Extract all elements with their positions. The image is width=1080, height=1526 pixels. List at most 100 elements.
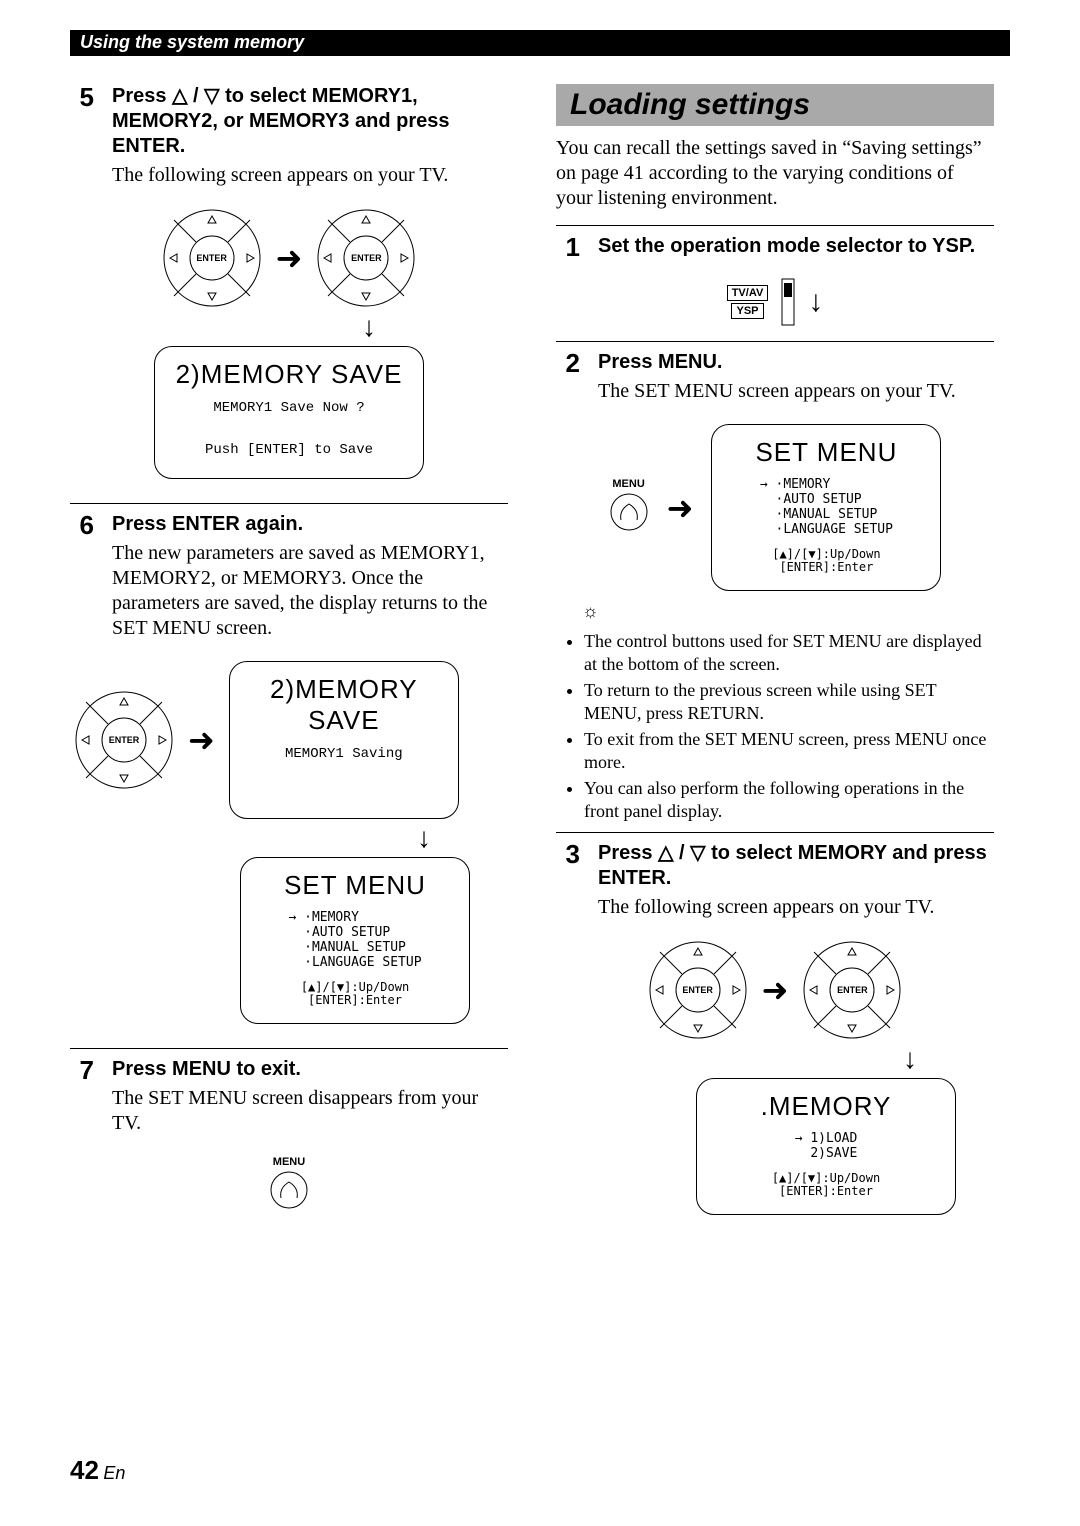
arrow-right-icon: ➜: [188, 721, 215, 759]
tv-screen-memory-saving: 2)MEMORY SAVE MEMORY1 Saving: [229, 661, 459, 819]
step-number: 5: [70, 84, 94, 198]
tip-list: The control buttons used for SET MENU ar…: [556, 630, 994, 822]
arrow-right-icon: ➜: [276, 239, 303, 277]
tv-menu-items: → ·MEMORY ·AUTO SETUP ·MANUAL SETUP ·LAN…: [288, 911, 421, 971]
arrow-right-icon: ➜: [762, 971, 789, 1009]
tv-line: MEMORY1 Saving: [240, 746, 448, 762]
tv-screen-memory-save: 2)MEMORY SAVE MEMORY1 Save Now ? Push [E…: [154, 346, 424, 479]
text: /: [673, 842, 690, 864]
tip-icon: ☼: [582, 601, 994, 622]
tip-item: To exit from the SET MENU screen, press …: [584, 728, 994, 773]
menu-label: MENU: [70, 1156, 508, 1168]
tv-hint: [▲]/[▼]:Up/Down [ENTER]:Enter: [707, 1172, 945, 1198]
step-6-title: Press ENTER again.: [112, 512, 508, 537]
right-column: Loading settings You can recall the sett…: [556, 84, 994, 1221]
text: /: [187, 85, 204, 107]
menu-button-icon: [609, 492, 649, 532]
tv-hint: [▲]/[▼]:Up/Down [ENTER]:Enter: [251, 981, 459, 1007]
menu-button-graphic: MENU: [70, 1156, 508, 1215]
tv-title: .MEMORY: [707, 1091, 945, 1122]
step-3: 3 Press △ / ▽ to select MEMORY and press…: [556, 841, 994, 930]
dpad-enter-icon: ENTER: [74, 690, 174, 790]
enter-label: ENTER: [196, 253, 227, 263]
divider: [70, 503, 508, 504]
step-7-text: The SET MENU screen disappears from your…: [112, 1086, 508, 1136]
loading-settings-heading: Loading settings: [556, 84, 994, 126]
step-6-text: The new parameters are saved as MEMORY1,…: [112, 541, 508, 641]
menu-button-graphic: MENU: [609, 478, 649, 537]
step-6: 6 Press ENTER again. The new parameters …: [70, 512, 508, 651]
step-number: 2: [556, 350, 580, 414]
enter-label: ENTER: [837, 985, 868, 995]
down-triangle-icon: ▽: [690, 842, 705, 864]
left-column: 5 Press △ / ▽ to select MEMORY1, MEMORY2…: [70, 84, 508, 1221]
tv-screen-set-menu: SET MENU → ·MEMORY ·AUTO SETUP ·MANUAL S…: [240, 857, 470, 1024]
step-5-flow: ENTER ➜ ENTER: [70, 208, 508, 308]
step-5-text: The following screen appears on your TV.: [112, 163, 508, 188]
slider-switch-icon: [778, 277, 798, 327]
ysp-label: YSP: [731, 303, 763, 319]
tv-av-label: TV/AV: [727, 285, 769, 301]
arrow-down-icon: ↓: [230, 312, 508, 344]
step-7: 7 Press MENU to exit. The SET MENU scree…: [70, 1057, 508, 1146]
menu-label: MENU: [609, 478, 649, 490]
text: Press: [598, 842, 658, 864]
tv-menu-items: → ·MEMORY ·AUTO SETUP ·MANUAL SETUP ·LAN…: [760, 478, 893, 538]
tv-menu-items: → 1)LOAD 2)SAVE: [795, 1132, 858, 1162]
menu-button-icon: [269, 1170, 309, 1215]
tv-title: 2)MEMORY SAVE: [240, 674, 448, 736]
divider: [556, 832, 994, 833]
dpad-enter-icon: ENTER: [162, 208, 262, 308]
tv-hint: [▲]/[▼]:Up/Down [ENTER]:Enter: [722, 548, 930, 574]
step-1: 1 Set the operation mode selector to YSP…: [556, 234, 994, 263]
step-1-title: Set the operation mode selector to YSP.: [598, 234, 994, 259]
step-3-title: Press △ / ▽ to select MEMORY and press E…: [598, 841, 994, 891]
tv-title: SET MENU: [251, 870, 459, 901]
tv-line: Push [ENTER] to Save: [165, 442, 413, 458]
step-2-text: The SET MENU screen appears on your TV.: [598, 379, 994, 404]
step-number: 3: [556, 841, 580, 930]
divider: [556, 341, 994, 342]
tv-line: MEMORY1 Save Now ?: [165, 400, 413, 416]
step-number: 7: [70, 1057, 94, 1146]
divider: [70, 1048, 508, 1049]
step-number: 6: [70, 512, 94, 651]
mode-selector-graphic: TV/AV YSP ↓: [556, 277, 994, 327]
enter-label: ENTER: [351, 253, 382, 263]
dpad-enter-icon: ENTER: [648, 940, 748, 1040]
two-column-layout: 5 Press △ / ▽ to select MEMORY1, MEMORY2…: [70, 84, 1010, 1221]
step-3-flow: ENTER ➜ ENTER: [556, 940, 994, 1040]
step-5: 5 Press △ / ▽ to select MEMORY1, MEMORY2…: [70, 84, 508, 198]
step-2-title: Press MENU.: [598, 350, 994, 375]
divider: [556, 225, 994, 226]
page-lang: En: [103, 1463, 125, 1483]
step-2: 2 Press MENU. The SET MENU screen appear…: [556, 350, 994, 414]
step-7-title: Press MENU to exit.: [112, 1057, 508, 1082]
tip-item: The control buttons used for SET MENU ar…: [584, 630, 994, 675]
section-header-bar: Using the system memory: [70, 30, 1010, 56]
step-5-title: Press △ / ▽ to select MEMORY1, MEMORY2, …: [112, 84, 508, 159]
step-3-text: The following screen appears on your TV.: [598, 895, 994, 920]
enter-label: ENTER: [109, 735, 140, 745]
page-number-value: 42: [70, 1455, 99, 1485]
selector-labels: TV/AV YSP: [727, 284, 769, 320]
tip-item: You can also perform the following opera…: [584, 777, 994, 822]
tip-item: To return to the previous screen while u…: [584, 679, 994, 724]
dpad-enter-icon: ENTER: [802, 940, 902, 1040]
loading-intro: You can recall the settings saved in “Sa…: [556, 136, 994, 211]
arrow-right-icon: ➜: [667, 489, 694, 527]
up-triangle-icon: △: [172, 85, 187, 107]
text: Press: [112, 85, 172, 107]
arrow-down-icon: ↓: [826, 1044, 994, 1076]
up-triangle-icon: △: [658, 842, 673, 864]
page: Using the system memory 5 Press △ / ▽ to…: [0, 0, 1080, 1526]
arrow-down-icon: ↓: [340, 823, 508, 855]
tv-title: 2)MEMORY SAVE: [165, 359, 413, 390]
step-2-flow: MENU ➜ SET MENU → ·MEMORY ·AUTO SETUP ·M…: [556, 424, 994, 591]
dpad-enter-icon: ENTER: [316, 208, 416, 308]
step-number: 1: [556, 234, 580, 263]
tv-screen-set-menu: SET MENU → ·MEMORY ·AUTO SETUP ·MANUAL S…: [711, 424, 941, 591]
arrow-down-icon: ↓: [808, 285, 823, 319]
enter-label: ENTER: [682, 985, 713, 995]
tv-title: SET MENU: [722, 437, 930, 468]
